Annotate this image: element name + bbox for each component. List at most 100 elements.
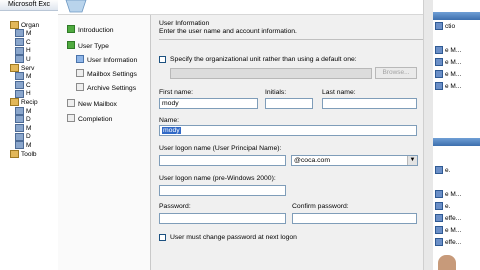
folder-icon <box>15 72 24 81</box>
action-label: e. <box>445 203 451 210</box>
wizard-steps-pane: Introduction User Type User Information Mai… <box>58 15 151 270</box>
chevron-down-icon[interactable]: ▼ <box>407 156 417 165</box>
folder-icon <box>15 46 24 55</box>
actions-header-band <box>433 12 480 20</box>
password-field[interactable] <box>159 213 286 224</box>
tree-item-label: M <box>26 124 32 132</box>
initials-field[interactable] <box>265 98 313 109</box>
action-label: effe... <box>445 239 462 246</box>
folder-icon <box>10 98 19 107</box>
action-item[interactable]: e M... <box>435 46 479 55</box>
action-label: ctio <box>445 23 456 30</box>
action-icon <box>435 82 443 91</box>
wizard-step-label: New Mailbox <box>78 101 117 108</box>
logon-name-field[interactable] <box>159 155 286 166</box>
action-label: e M... <box>445 71 462 78</box>
tree-item-label: Serv <box>21 64 35 72</box>
tree-item-label: M <box>26 73 32 81</box>
logon-name-label: User logon name (User Principal Name): <box>159 145 282 152</box>
confirm-password-field[interactable] <box>292 213 417 224</box>
last-name-field[interactable] <box>322 98 417 109</box>
console-tree-header: Microsoft Exc <box>0 0 62 11</box>
tree-item-label: C <box>26 81 31 89</box>
folder-icon <box>15 115 24 124</box>
password-label: Password: <box>159 203 191 210</box>
must-change-password-label: User must change password at next logon <box>170 234 297 241</box>
wizard-step: New Mailbox <box>67 99 117 109</box>
step-status-icon <box>76 55 84 63</box>
tree-item-label: D <box>26 116 31 124</box>
section-subtitle: Enter the user name and account informat… <box>159 28 297 35</box>
folder-icon <box>15 132 24 141</box>
tree-item-label: M <box>26 142 32 149</box>
domain-dropdown-value: @coca.com <box>294 157 330 164</box>
action-icon <box>435 214 443 223</box>
folder-icon <box>15 81 24 90</box>
tree-item-label: Organ <box>21 21 40 29</box>
action-item[interactable]: e. <box>435 166 479 175</box>
folder-icon <box>10 20 19 29</box>
folder-icon <box>15 89 24 98</box>
wizard-step-label: User Type <box>78 43 109 50</box>
action-item[interactable]: effe... <box>435 238 479 247</box>
ou-field[interactable] <box>170 68 372 79</box>
wizard-banner <box>58 0 432 15</box>
tree-item-label: H <box>26 47 31 55</box>
tree-item-label: U <box>26 56 31 63</box>
domain-dropdown[interactable]: @coca.com ▼ <box>291 155 418 166</box>
first-name-label: First name: <box>159 89 193 96</box>
scrollbar[interactable] <box>423 0 433 270</box>
specify-ou-label: Specify the organizational unit rather t… <box>170 56 357 63</box>
browse-button[interactable]: Browse... <box>375 67 417 79</box>
folder-icon <box>15 29 24 38</box>
prewin-logon-field[interactable] <box>159 185 286 196</box>
tree-item-label: M <box>26 107 32 115</box>
folder-icon <box>15 38 24 47</box>
specify-ou-checkbox[interactable] <box>159 56 166 63</box>
tree-item-label: Toolb <box>21 150 37 158</box>
tree-item-label: C <box>26 38 31 46</box>
action-icon <box>435 58 443 67</box>
wizard-step: Mailbox Settings <box>76 69 137 79</box>
must-change-password-checkbox[interactable] <box>159 234 166 241</box>
folder-icon <box>10 149 19 158</box>
action-item[interactable]: e. <box>435 202 479 211</box>
action-label: e M... <box>445 47 462 54</box>
action-label: effe... <box>445 215 462 222</box>
step-status-icon <box>67 99 75 107</box>
wizard-step-label: Archive Settings <box>87 85 137 92</box>
action-label: e M... <box>445 227 462 234</box>
step-status-icon <box>76 69 84 77</box>
name-field[interactable]: mody <box>159 125 417 136</box>
wizard-step: Completion <box>67 114 112 124</box>
wizard-step: User Information <box>76 55 137 65</box>
action-item[interactable]: effe... <box>435 214 479 223</box>
action-item[interactable]: ctio <box>435 22 479 31</box>
action-item[interactable]: e M... <box>435 82 479 91</box>
first-name-field[interactable]: mody <box>159 98 258 109</box>
tree-item[interactable]: Toolb <box>10 149 37 159</box>
prewin-logon-label: User logon name (pre-Windows 2000): <box>159 175 276 182</box>
action-label: e M... <box>445 191 462 198</box>
wizard-step-label: Completion <box>78 116 113 123</box>
action-item[interactable]: e M... <box>435 58 479 67</box>
wizard-content-pane: User Information Enter the user name and… <box>151 15 432 270</box>
action-icon <box>435 46 443 55</box>
name-field-selected-text: mody <box>162 127 181 134</box>
name-label: Name: <box>159 117 180 124</box>
last-name-label: Last name: <box>322 89 356 96</box>
section-title: User Information <box>159 20 210 27</box>
wizard-step-label: Introduction <box>78 27 114 34</box>
tree-item-label: H <box>26 90 31 98</box>
wizard-step: Archive Settings <box>76 83 136 93</box>
actions-header-band <box>433 138 480 146</box>
folder-icon <box>15 55 24 64</box>
action-item[interactable]: e M... <box>435 190 479 199</box>
wizard-banner-icon <box>65 0 87 13</box>
action-label: e. <box>445 167 451 174</box>
console-tree-pane: Microsoft Exc Organ M C H U Serv M C H Recip M D M D M… <box>0 0 63 270</box>
action-item[interactable]: e M... <box>435 70 479 79</box>
check-icon <box>67 25 75 33</box>
action-item[interactable]: e M... <box>435 226 479 235</box>
tree-item-label: Recip <box>21 99 38 106</box>
